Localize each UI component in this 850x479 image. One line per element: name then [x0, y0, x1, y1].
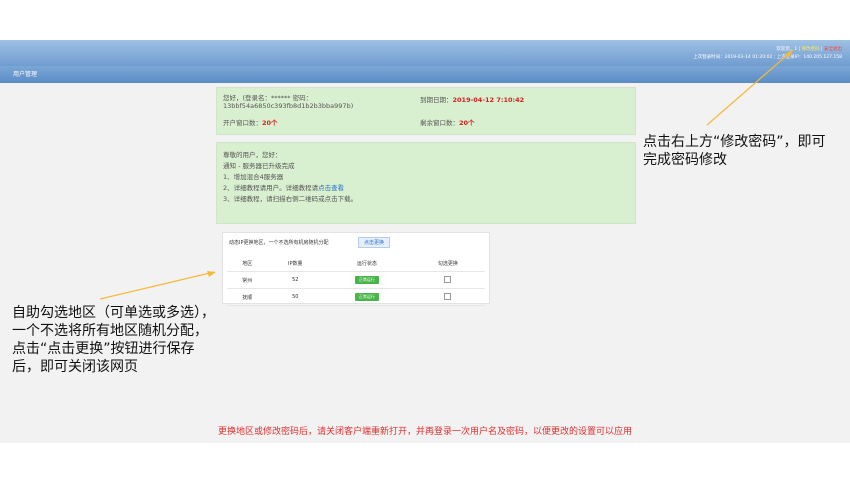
annotation-select-region: 自助勾选地区（可单选或多选），一个不选将所有地区随机分配，点击“点击更换”按钮进…: [12, 305, 215, 375]
annotation-change-password: 点击右上方“修改密码”，即可完成密码修改: [643, 134, 826, 168]
arrow-line-left: [99, 271, 215, 300]
arrow-head-left: [207, 271, 216, 277]
arrow-line-right: [706, 49, 794, 126]
arrow-head-right: [785, 50, 793, 58]
annotation-arrows: [99, 49, 794, 300]
footer-notice: 更换地区或修改密码后，请关闭客户端重新打开，并再登录一次用户名及密码，以便更改的…: [217, 427, 632, 437]
